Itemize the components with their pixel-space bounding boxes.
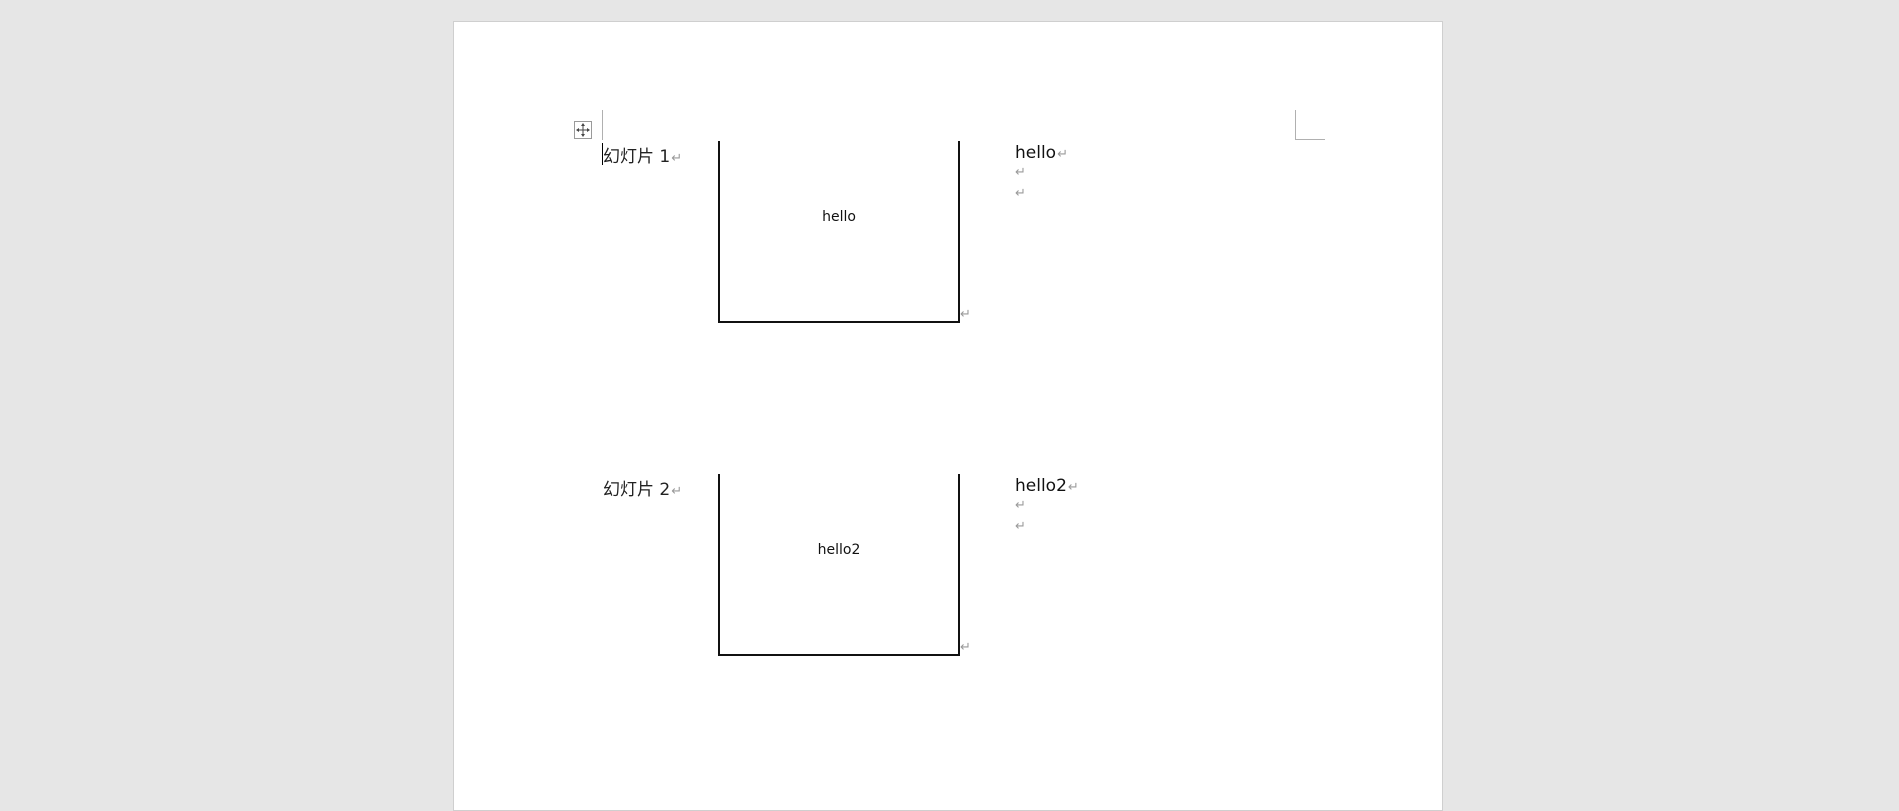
slide-thumbnail-text: hello (822, 209, 856, 225)
paragraph-mark: ↵ (1015, 165, 1026, 180)
slide-thumbnail[interactable]: hello2 (718, 474, 960, 656)
slide-label: 幻灯片 2 ↵ (603, 475, 682, 500)
paragraph-mark: ↵ (671, 151, 683, 166)
slide-notes[interactable]: hello2 ↵ ↵ ↵ (1015, 476, 1079, 540)
left-margin-mark (602, 110, 603, 140)
notes-text: hello2 (1015, 476, 1067, 496)
slide-label-text: 幻灯片 1 (603, 147, 671, 167)
notes-line: ↵ (1015, 498, 1079, 519)
notes-line: hello2 ↵ (1015, 476, 1079, 498)
notes-line: ↵ (1015, 186, 1068, 207)
move-arrows-icon[interactable] (574, 121, 592, 139)
slide-thumbnail[interactable]: hello (718, 141, 960, 323)
paragraph-mark: ↵ (1015, 519, 1026, 534)
paragraph-mark: ↵ (1015, 186, 1026, 201)
right-margin-corner-mark (1295, 110, 1325, 140)
slide-label-text: 幻灯片 2 (603, 480, 671, 500)
paragraph-mark: ↵ (1015, 498, 1026, 513)
notes-line: ↵ (1015, 519, 1079, 540)
slide-thumbnail-text: hello2 (817, 542, 861, 558)
slide-label: 幻灯片 1 ↵ (603, 142, 682, 167)
notes-line: ↵ (1015, 165, 1068, 186)
notes-text: hello (1015, 143, 1057, 163)
paragraph-mark: ↵ (671, 484, 683, 499)
notes-line: hello ↵ (1015, 143, 1068, 165)
paragraph-mark: ↵ (1067, 480, 1079, 495)
paragraph-mark: ↵ (960, 307, 971, 322)
slide-notes[interactable]: hello ↵ ↵ ↵ (1015, 143, 1068, 207)
paragraph-mark: ↵ (960, 640, 971, 655)
paragraph-mark: ↵ (1057, 147, 1068, 162)
